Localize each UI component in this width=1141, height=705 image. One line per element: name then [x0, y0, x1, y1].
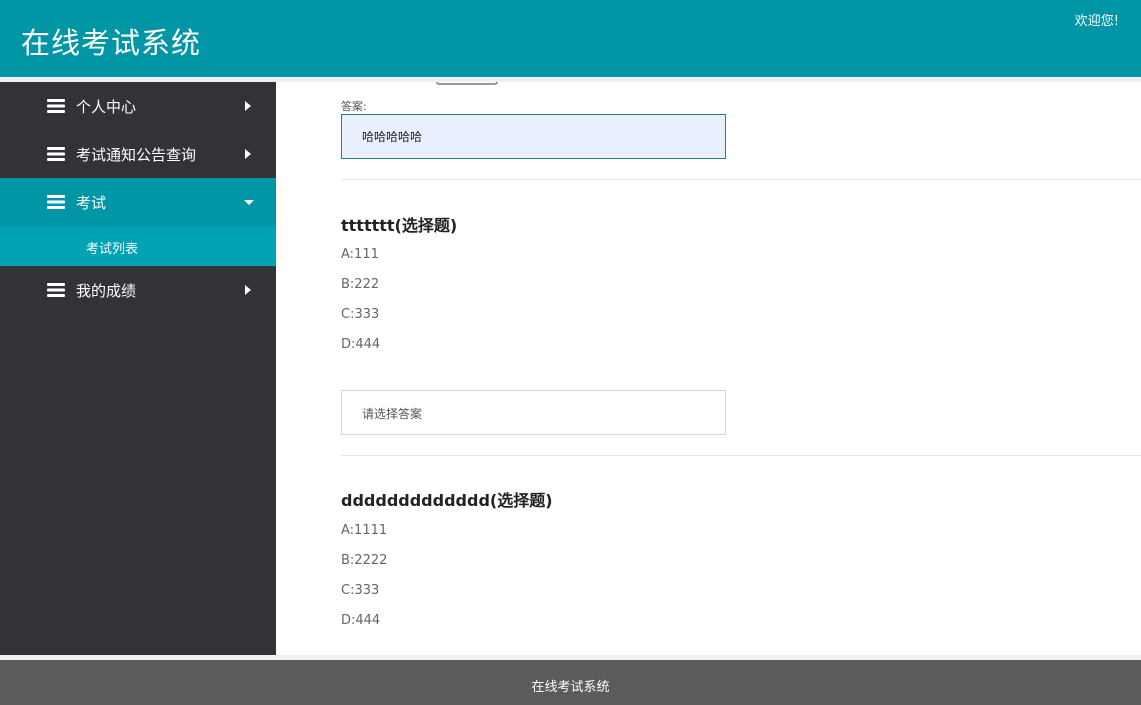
answer-select-placeholder: 请选择答案 [362, 407, 423, 421]
welcome-text: 欢迎您! [1074, 14, 1119, 29]
question-divider [341, 179, 1141, 180]
caret-down-icon [244, 200, 254, 205]
sidebar-item-exam[interactable]: 考试 [0, 178, 276, 226]
question-option: C:333 [341, 583, 380, 598]
answer-select[interactable]: 请选择答案 [341, 390, 726, 435]
chevron-right-icon [245, 285, 251, 295]
question-divider [341, 455, 1141, 456]
app-title: 在线考试系统 [21, 26, 202, 60]
sidebar-item-label: 考试 [76, 193, 107, 212]
question-option: A:1111 [341, 523, 388, 538]
sidebar-item-personal-center[interactable]: 个人中心 [0, 82, 276, 130]
question-option: C:333 [341, 307, 380, 322]
sidebar-subitem-label: 考试列表 [86, 242, 139, 257]
sidebar-subitem-exam-list[interactable]: 考试列表 [0, 226, 276, 266]
chevron-right-icon [245, 149, 251, 159]
question-option: B:2222 [341, 553, 388, 568]
answer-input[interactable] [341, 114, 726, 159]
question-option: A:111 [341, 247, 379, 262]
question-title: ddddddddddddd(选择题) [341, 491, 553, 510]
chevron-right-icon [245, 101, 251, 111]
sidebar-item-exam-notices[interactable]: 考试通知公告查询 [0, 130, 276, 178]
sidebar-item-my-scores[interactable]: 我的成绩 [0, 266, 276, 314]
layers-icon [47, 283, 65, 297]
sidebar-item-label: 考试通知公告查询 [76, 145, 197, 164]
sidebar-item-label: 我的成绩 [76, 281, 137, 300]
question-title: ttttttt(选择题) [341, 216, 458, 235]
sidebar: 个人中心 考试通知公告查询 考试 考试列表 我的成绩 [0, 82, 276, 655]
layers-icon [47, 147, 65, 161]
layers-icon [47, 195, 65, 209]
question-option: D:444 [341, 337, 381, 352]
question-option: B:222 [341, 277, 380, 292]
main-content[interactable]: 答案: ttttttt(选择题) A:111 B:222 C:333 D:444… [276, 82, 1141, 655]
answer-label: 答案: [341, 100, 367, 113]
clipped-previous-question-text [436, 82, 498, 85]
top-header: 在线考试系统 欢迎您! [0, 0, 1141, 77]
question-option: D:444 [341, 613, 381, 628]
sidebar-item-label: 个人中心 [76, 97, 137, 116]
footer-text: 在线考试系统 [531, 680, 610, 695]
layers-icon [47, 99, 65, 113]
footer: 在线考试系统 [0, 660, 1141, 705]
